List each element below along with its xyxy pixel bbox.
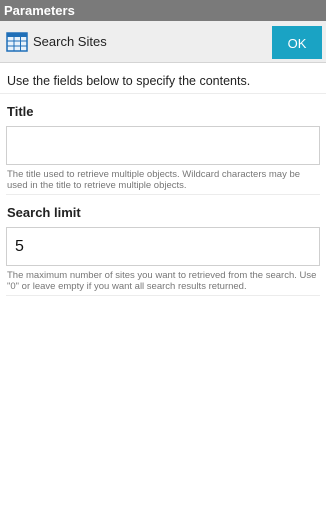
title-input[interactable] — [6, 126, 320, 165]
action-bar: Search Sites OK — [0, 21, 326, 63]
intro-text: Use the fields below to specify the cont… — [0, 66, 326, 94]
screen-title: Search Sites — [33, 34, 107, 49]
window-title: Parameters — [4, 3, 75, 18]
field-title: Title The title used to retrieve multipl… — [0, 104, 326, 195]
table-grid-icon — [6, 32, 28, 52]
divider — [6, 194, 320, 195]
title-help-text: The title used to retrieve multiple obje… — [7, 169, 301, 191]
search-limit-input[interactable] — [6, 227, 320, 266]
title-label: Title — [7, 104, 34, 119]
search-limit-help-text: The maximum number of sites you want to … — [7, 270, 317, 292]
divider — [6, 295, 320, 296]
search-limit-label: Search limit — [7, 205, 81, 220]
ok-button[interactable]: OK — [272, 26, 322, 59]
field-search-limit: Search limit The maximum number of sites… — [0, 205, 326, 296]
window-title-bar: Parameters — [0, 0, 326, 21]
